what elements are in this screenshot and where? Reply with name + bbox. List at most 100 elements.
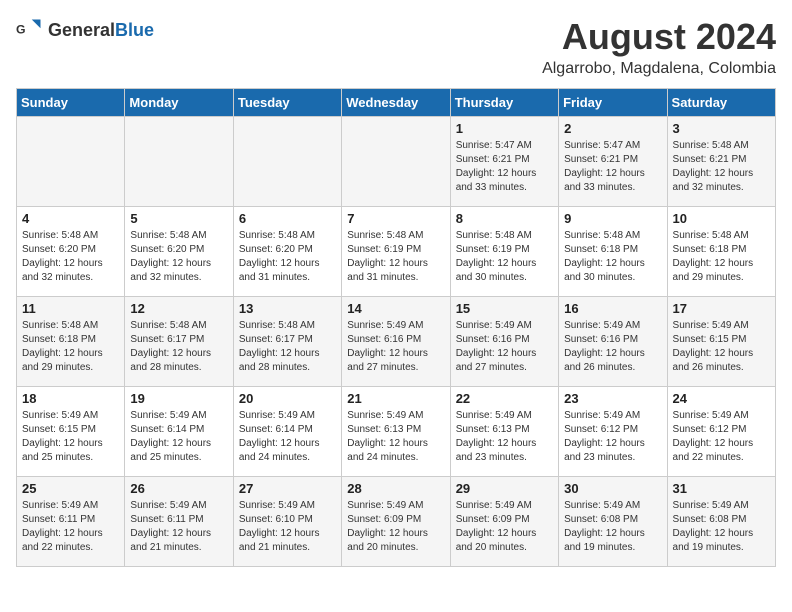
calendar-cell: 22 Sunrise: 5:49 AM Sunset: 6:13 PM Dayli…	[450, 387, 558, 477]
day-number: 2	[564, 121, 661, 136]
calendar-cell: 28 Sunrise: 5:49 AM Sunset: 6:09 PM Dayli…	[342, 477, 450, 567]
calendar-cell: 25 Sunrise: 5:49 AM Sunset: 6:11 PM Dayli…	[17, 477, 125, 567]
day-content: Sunrise: 5:48 AM Sunset: 6:18 PM Dayligh…	[22, 319, 119, 375]
calendar-cell	[125, 117, 233, 207]
calendar-cell: 26 Sunrise: 5:49 AM Sunset: 6:11 PM Dayli…	[125, 477, 233, 567]
calendar-cell: 30 Sunrise: 5:49 AM Sunset: 6:08 PM Dayli…	[559, 477, 667, 567]
day-content: Sunrise: 5:48 AM Sunset: 6:17 PM Dayligh…	[239, 319, 336, 375]
day-content: Sunrise: 5:49 AM Sunset: 6:10 PM Dayligh…	[239, 499, 336, 555]
day-number: 5	[130, 211, 227, 226]
day-content: Sunrise: 5:48 AM Sunset: 6:18 PM Dayligh…	[673, 229, 770, 285]
calendar-table: SundayMondayTuesdayWednesdayThursdayFrid…	[16, 88, 776, 567]
calendar-cell: 2Sunrise: 5:47 AM Sunset: 6:21 PM Daylig…	[559, 117, 667, 207]
svg-text:G: G	[16, 23, 26, 37]
title-block: August 2024 Algarrobo, Magdalena, Colomb…	[542, 16, 776, 78]
weekday-header-sunday: Sunday	[17, 89, 125, 117]
day-content: Sunrise: 5:49 AM Sunset: 6:08 PM Dayligh…	[564, 499, 661, 555]
weekday-header-wednesday: Wednesday	[342, 89, 450, 117]
weekday-header-tuesday: Tuesday	[233, 89, 341, 117]
day-number: 30	[564, 481, 661, 496]
day-content: Sunrise: 5:49 AM Sunset: 6:09 PM Dayligh…	[347, 499, 444, 555]
logo: G GeneralBlue	[16, 16, 154, 44]
day-content: Sunrise: 5:48 AM Sunset: 6:19 PM Dayligh…	[347, 229, 444, 285]
day-number: 3	[673, 121, 770, 136]
day-number: 13	[239, 301, 336, 316]
day-number: 28	[347, 481, 444, 496]
day-number: 20	[239, 391, 336, 406]
day-number: 22	[456, 391, 553, 406]
day-content: Sunrise: 5:48 AM Sunset: 6:20 PM Dayligh…	[239, 229, 336, 285]
day-content: Sunrise: 5:49 AM Sunset: 6:11 PM Dayligh…	[130, 499, 227, 555]
calendar-cell: 6 Sunrise: 5:48 AM Sunset: 6:20 PM Daylig…	[233, 207, 341, 297]
day-content: Sunrise: 5:48 AM Sunset: 6:19 PM Dayligh…	[456, 229, 553, 285]
day-number: 7	[347, 211, 444, 226]
calendar-week-row: 11 Sunrise: 5:48 AM Sunset: 6:18 PM Dayli…	[17, 297, 776, 387]
day-content: Sunrise: 5:49 AM Sunset: 6:15 PM Dayligh…	[673, 319, 770, 375]
day-number: 24	[673, 391, 770, 406]
day-number: 4	[22, 211, 119, 226]
day-content: Sunrise: 5:49 AM Sunset: 6:09 PM Dayligh…	[456, 499, 553, 555]
calendar-cell: 16 Sunrise: 5:49 AM Sunset: 6:16 PM Dayli…	[559, 297, 667, 387]
day-number: 8	[456, 211, 553, 226]
day-number: 16	[564, 301, 661, 316]
day-number: 10	[673, 211, 770, 226]
weekday-header-row: SundayMondayTuesdayWednesdayThursdayFrid…	[17, 89, 776, 117]
page-header: G GeneralBlue August 2024 Algarrobo, Mag…	[16, 16, 776, 78]
day-number: 27	[239, 481, 336, 496]
day-number: 9	[564, 211, 661, 226]
calendar-cell	[342, 117, 450, 207]
calendar-cell: 12Sunrise: 5:48 AM Sunset: 6:17 PM Dayli…	[125, 297, 233, 387]
day-content: Sunrise: 5:49 AM Sunset: 6:13 PM Dayligh…	[456, 409, 553, 465]
day-content: Sunrise: 5:49 AM Sunset: 6:13 PM Dayligh…	[347, 409, 444, 465]
day-content: Sunrise: 5:48 AM Sunset: 6:20 PM Dayligh…	[130, 229, 227, 285]
calendar-cell: 20Sunrise: 5:49 AM Sunset: 6:14 PM Dayli…	[233, 387, 341, 477]
day-content: Sunrise: 5:49 AM Sunset: 6:16 PM Dayligh…	[347, 319, 444, 375]
day-content: Sunrise: 5:49 AM Sunset: 6:12 PM Dayligh…	[673, 409, 770, 465]
day-number: 18	[22, 391, 119, 406]
calendar-cell: 15 Sunrise: 5:49 AM Sunset: 6:16 PM Dayli…	[450, 297, 558, 387]
day-number: 31	[673, 481, 770, 496]
weekday-header-thursday: Thursday	[450, 89, 558, 117]
day-number: 6	[239, 211, 336, 226]
calendar-cell: 5 Sunrise: 5:48 AM Sunset: 6:20 PM Daylig…	[125, 207, 233, 297]
day-number: 11	[22, 301, 119, 316]
day-number: 26	[130, 481, 227, 496]
day-number: 25	[22, 481, 119, 496]
day-content: Sunrise: 5:48 AM Sunset: 6:21 PM Dayligh…	[673, 139, 770, 195]
calendar-cell: 10 Sunrise: 5:48 AM Sunset: 6:18 PM Dayli…	[667, 207, 775, 297]
day-content: Sunrise: 5:49 AM Sunset: 6:08 PM Dayligh…	[673, 499, 770, 555]
day-number: 1	[456, 121, 553, 136]
calendar-week-row: 25 Sunrise: 5:49 AM Sunset: 6:11 PM Dayli…	[17, 477, 776, 567]
calendar-cell: 4 Sunrise: 5:48 AM Sunset: 6:20 PM Daylig…	[17, 207, 125, 297]
calendar-cell: 7 Sunrise: 5:48 AM Sunset: 6:19 PM Daylig…	[342, 207, 450, 297]
day-number: 29	[456, 481, 553, 496]
calendar-week-row: 18Sunrise: 5:49 AM Sunset: 6:15 PM Dayli…	[17, 387, 776, 477]
calendar-cell: 8 Sunrise: 5:48 AM Sunset: 6:19 PM Daylig…	[450, 207, 558, 297]
day-number: 15	[456, 301, 553, 316]
day-content: Sunrise: 5:49 AM Sunset: 6:14 PM Dayligh…	[130, 409, 227, 465]
calendar-cell	[17, 117, 125, 207]
calendar-cell: 23 Sunrise: 5:49 AM Sunset: 6:12 PM Dayli…	[559, 387, 667, 477]
weekday-header-friday: Friday	[559, 89, 667, 117]
day-number: 12	[130, 301, 227, 316]
day-number: 21	[347, 391, 444, 406]
day-content: Sunrise: 5:48 AM Sunset: 6:20 PM Dayligh…	[22, 229, 119, 285]
day-content: Sunrise: 5:49 AM Sunset: 6:12 PM Dayligh…	[564, 409, 661, 465]
day-number: 17	[673, 301, 770, 316]
calendar-cell: 13 Sunrise: 5:48 AM Sunset: 6:17 PM Dayli…	[233, 297, 341, 387]
month-year-title: August 2024	[542, 16, 776, 58]
day-content: Sunrise: 5:49 AM Sunset: 6:11 PM Dayligh…	[22, 499, 119, 555]
logo-general-text: General	[48, 20, 115, 40]
day-number: 23	[564, 391, 661, 406]
day-content: Sunrise: 5:49 AM Sunset: 6:16 PM Dayligh…	[456, 319, 553, 375]
day-content: Sunrise: 5:47 AM Sunset: 6:21 PM Dayligh…	[456, 139, 553, 195]
calendar-cell: 3 Sunrise: 5:48 AM Sunset: 6:21 PM Daylig…	[667, 117, 775, 207]
calendar-cell: 9 Sunrise: 5:48 AM Sunset: 6:18 PM Daylig…	[559, 207, 667, 297]
calendar-cell: 14Sunrise: 5:49 AM Sunset: 6:16 PM Dayli…	[342, 297, 450, 387]
calendar-week-row: 1 Sunrise: 5:47 AM Sunset: 6:21 PM Daylig…	[17, 117, 776, 207]
calendar-cell: 24 Sunrise: 5:49 AM Sunset: 6:12 PM Dayli…	[667, 387, 775, 477]
logo-blue-text: Blue	[115, 20, 154, 40]
day-content: Sunrise: 5:48 AM Sunset: 6:18 PM Dayligh…	[564, 229, 661, 285]
calendar-cell: 1 Sunrise: 5:47 AM Sunset: 6:21 PM Daylig…	[450, 117, 558, 207]
day-content: Sunrise: 5:49 AM Sunset: 6:16 PM Dayligh…	[564, 319, 661, 375]
